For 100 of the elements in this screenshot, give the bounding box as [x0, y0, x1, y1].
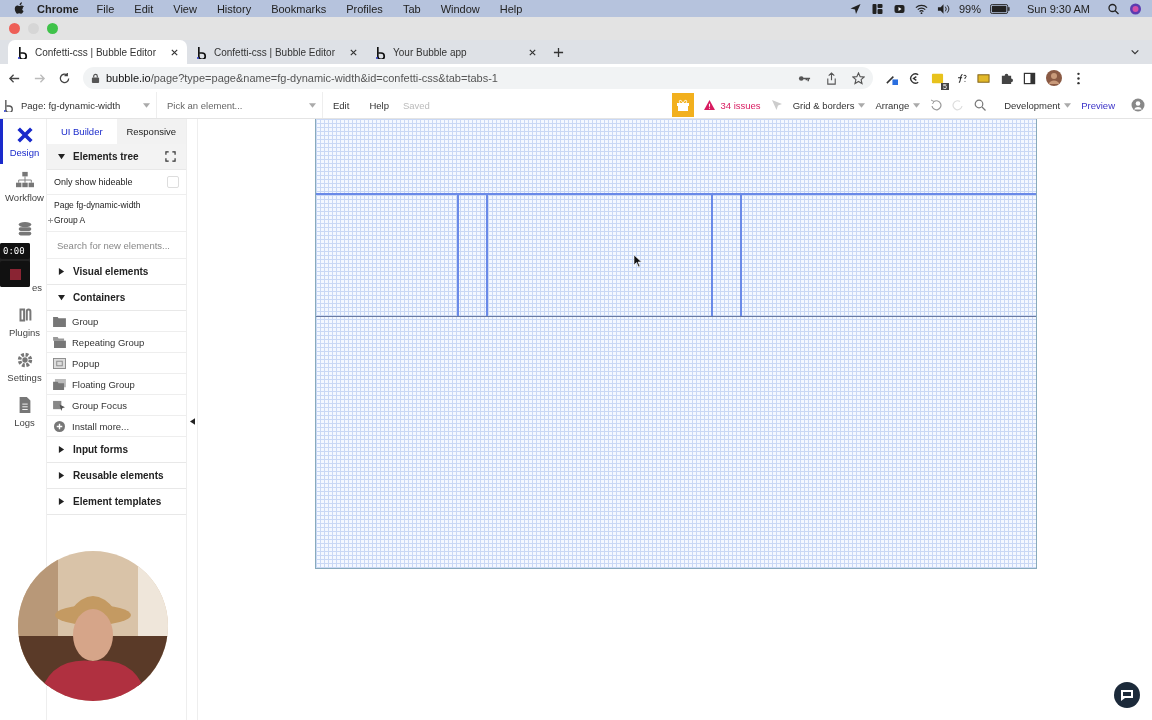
location-icon[interactable] — [848, 2, 862, 15]
close-window-button[interactable] — [9, 23, 20, 34]
save-status: Saved — [402, 99, 430, 111]
tree-item[interactable]: Group A — [54, 215, 86, 225]
chat-button[interactable] — [1114, 682, 1140, 708]
design-icon[interactable] — [15, 125, 34, 144]
expand-plus-icon[interactable] — [48, 217, 53, 223]
share-icon[interactable] — [825, 71, 838, 85]
warning-icon[interactable] — [704, 100, 716, 110]
profile-avatar-icon[interactable] — [1046, 70, 1062, 86]
placeholder: Pick an element... — [167, 99, 243, 111]
wifi-icon[interactable] — [914, 2, 928, 15]
nav-label: Logs — [14, 416, 35, 428]
close-icon[interactable] — [349, 47, 358, 57]
page-name: Page: fg-dynamic-width — [21, 99, 121, 111]
nav-tab[interactable]: Plugins — [0, 299, 46, 344]
battery-icon[interactable] — [990, 3, 1010, 14]
arrange-dropdown[interactable]: Arrange — [875, 99, 910, 111]
bubble-logo-icon[interactable] — [4, 98, 15, 112]
checkbox[interactable] — [167, 176, 179, 188]
expand-triangle-icon[interactable] — [58, 498, 65, 505]
puzzle-icon[interactable] — [1000, 71, 1013, 85]
search-icon[interactable] — [1107, 2, 1120, 15]
grid-borders-dropdown[interactable]: Grid & borders — [792, 99, 855, 111]
nav-tab[interactable]: Settings — [0, 344, 46, 389]
preview-link[interactable]: Preview — [1081, 99, 1115, 111]
tree-item[interactable]: Page fg-dynamic-width — [54, 200, 186, 210]
tab-search-icon[interactable] — [1130, 47, 1140, 57]
apple-icon[interactable] — [14, 2, 25, 15]
folder-icon — [53, 315, 66, 327]
note-icon[interactable] — [931, 71, 944, 85]
address-field[interactable]: bubble.io/page?type=page&name=fg-dynamic-width&id=confetti-css&tab=tabs-1 — [83, 67, 873, 89]
element-item[interactable]: Popup — [47, 353, 186, 374]
clock[interactable]: Sun 9:30 AM — [1027, 2, 1090, 15]
menu-item[interactable]: Bookmarks — [271, 2, 327, 15]
collapse-panel-icon[interactable] — [189, 418, 195, 425]
checkbox-label: Only show hideable — [54, 177, 133, 187]
menu-item[interactable]: Help — [499, 2, 523, 15]
element-item[interactable]: Group Focus — [47, 395, 186, 416]
close-icon[interactable] — [528, 47, 537, 57]
collapse-triangle-icon[interactable] — [58, 153, 65, 160]
panel-tab[interactable]: Responsive — [116, 119, 186, 144]
nav-tab[interactable]: Logs — [0, 389, 46, 434]
undo-icon[interactable] — [930, 99, 943, 111]
browser-tab[interactable]: Confetti-css | Bubble Editor — [187, 40, 366, 64]
recording-timer: 0:00 — [0, 243, 30, 259]
extension-icon[interactable] — [908, 71, 921, 85]
expand-triangle-icon[interactable] — [58, 472, 65, 479]
issues-link[interactable]: 34 issues — [720, 99, 761, 111]
menu-item[interactable]: View — [173, 2, 197, 15]
focus-icon — [53, 399, 66, 411]
grid-icon[interactable] — [870, 2, 884, 15]
section-title: Elements tree — [73, 151, 139, 162]
chat-icon — [1120, 688, 1134, 702]
element-picker-dropdown[interactable]: Pick an element... — [157, 92, 323, 118]
floating-icon — [53, 378, 66, 390]
nav-label: Design — [9, 146, 40, 158]
video-icon[interactable] — [892, 2, 906, 15]
toolbar-menu[interactable]: Edit — [333, 99, 350, 111]
nav-label: Plugins — [8, 326, 41, 338]
menu-item[interactable]: File — [96, 2, 115, 15]
user-icon[interactable] — [1131, 98, 1145, 112]
version-dropdown[interactable]: Development — [1004, 99, 1061, 111]
new-tab-icon[interactable] — [553, 47, 564, 58]
search-field[interactable]: Search for new elements... — [57, 239, 177, 251]
nav-tab[interactable]: Workflow — [0, 164, 46, 209]
expand-triangle-icon[interactable] — [58, 268, 65, 275]
bubble-logo-icon — [18, 45, 29, 59]
menu-item[interactable]: Profiles — [346, 2, 383, 15]
browser-tab[interactable]: Confetti-css | Bubble Editor — [8, 40, 187, 64]
group-outline[interactable] — [316, 193, 1036, 317]
app-menu[interactable]: Chrome — [37, 2, 79, 15]
menu-item[interactable]: History — [216, 2, 252, 15]
close-icon[interactable] — [170, 47, 179, 57]
element-item[interactable]: Floating Group — [47, 374, 186, 395]
expand-triangle-icon[interactable] — [58, 446, 65, 453]
settings-icon[interactable] — [15, 350, 34, 369]
reload-icon[interactable] — [58, 71, 71, 85]
menu-item[interactable]: Window — [440, 2, 480, 15]
element-item[interactable]: Group — [47, 311, 186, 332]
bubble-logo-icon — [376, 45, 387, 59]
mouse-pointer-icon — [634, 255, 642, 267]
toolbar-menu[interactable]: Help — [369, 99, 389, 111]
fullscreen-icon[interactable] — [165, 151, 176, 162]
browser-tab[interactable]: Your Bubble app — [366, 40, 545, 64]
menu-item[interactable]: Edit — [134, 2, 154, 15]
collapse-triangle-icon[interactable] — [58, 294, 65, 301]
search-icon[interactable] — [974, 99, 987, 111]
popup-icon — [53, 357, 66, 369]
page-dropdown[interactable]: Page: fg-dynamic-width — [21, 92, 157, 118]
star-icon[interactable] — [852, 71, 865, 85]
element-item[interactable]: Repeating Group — [47, 332, 186, 353]
battery-percent: 99% — [958, 2, 981, 15]
nav-label: Settings — [7, 371, 42, 383]
speaker-icon[interactable] — [936, 2, 950, 15]
workflow-icon[interactable] — [15, 170, 34, 189]
sidebar-icon[interactable] — [1023, 71, 1036, 85]
siri-icon[interactable] — [1129, 2, 1142, 15]
bubble-logo-icon — [197, 45, 208, 59]
menu-item[interactable]: Tab — [402, 2, 421, 15]
